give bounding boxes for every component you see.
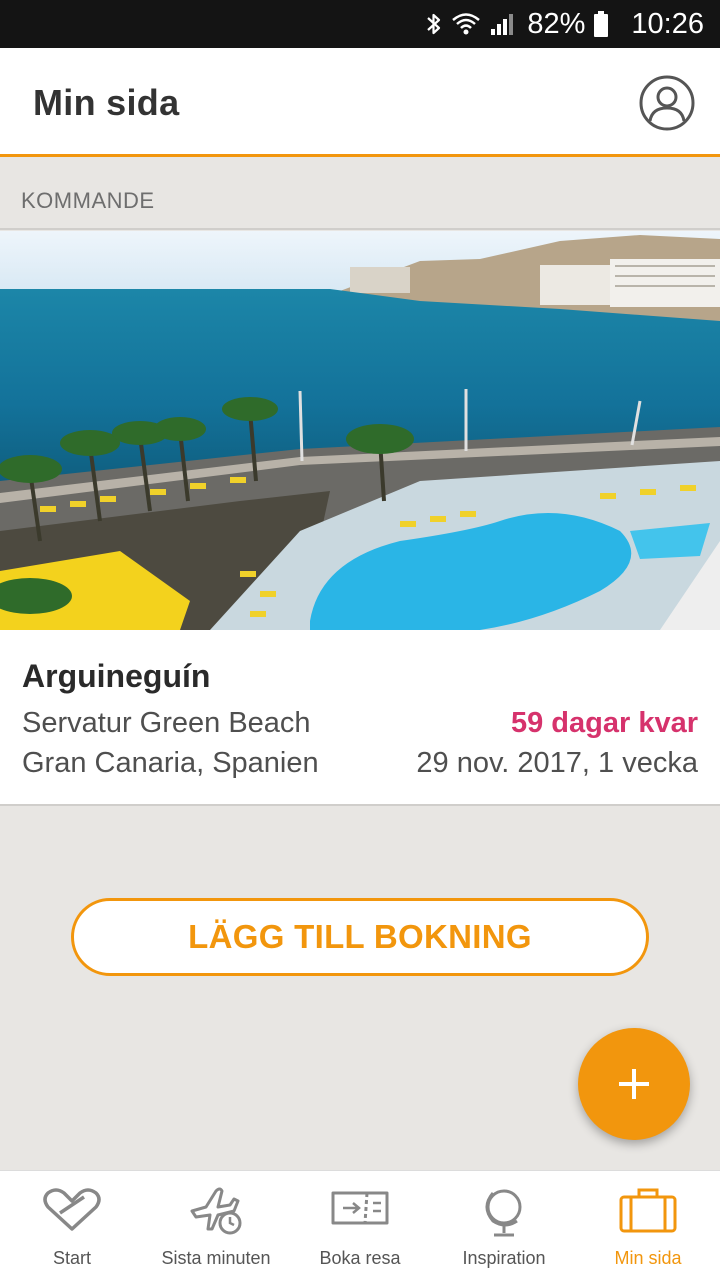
nav-item-start[interactable]: Start: [0, 1171, 144, 1280]
battery-percent: 82%: [527, 7, 586, 40]
resort-photo: [0, 231, 720, 630]
trip-card[interactable]: Arguineguín Servatur Green Beach Gran Ca…: [0, 231, 720, 806]
nav-label-last-minute: Sista minuten: [161, 1248, 271, 1268]
profile-icon: [639, 75, 695, 131]
cell-signal-icon: [489, 11, 515, 37]
battery-icon: [593, 10, 609, 38]
nav-label-inspiration: Inspiration: [462, 1248, 546, 1268]
trip-dates: 29 nov. 2017, 1 vecka: [416, 747, 698, 779]
plane-clock-icon: [190, 1187, 242, 1235]
section-header: KOMMANDE: [0, 160, 720, 230]
trip-countdown: 59 dagar kvar: [510, 707, 698, 739]
profile-button[interactable]: [638, 74, 696, 132]
nav-label-start: Start: [52, 1248, 91, 1268]
trip-hotel: Servatur Green Beach: [22, 707, 311, 739]
nav-item-book-trip[interactable]: Boka resa: [288, 1171, 432, 1280]
bottom-nav: Start Sista minuten Boka resa Inspiratio…: [0, 1170, 720, 1280]
nav-label-book-trip: Boka resa: [319, 1248, 401, 1268]
globe-icon: [485, 1189, 522, 1237]
app-bar: Min sida: [0, 48, 720, 157]
suitcase-icon: [619, 1188, 677, 1233]
add-booking-button[interactable]: LÄGG TILL BOKNING: [71, 898, 649, 976]
add-booking-label: LÄGG TILL BOKNING: [188, 918, 532, 955]
nav-item-inspiration[interactable]: Inspiration: [432, 1171, 576, 1280]
wifi-icon: [451, 11, 481, 37]
bluetooth-icon: [425, 11, 443, 37]
add-fab-button[interactable]: [578, 1028, 690, 1140]
status-bar: 82% 10:26: [0, 0, 720, 48]
clock: 10:26: [631, 7, 704, 40]
ticket-icon: [331, 1191, 389, 1225]
page-title: Min sida: [33, 82, 180, 123]
nav-item-my-page[interactable]: Min sida: [576, 1171, 720, 1280]
heart-icon: [43, 1188, 101, 1231]
trip-destination: Arguineguín: [22, 658, 211, 694]
nav-label-my-page: Min sida: [614, 1248, 682, 1268]
plus-icon: [619, 1069, 649, 1099]
nav-item-last-minute[interactable]: Sista minuten: [144, 1171, 288, 1280]
trip-region: Gran Canaria, Spanien: [22, 747, 319, 779]
section-label-upcoming: KOMMANDE: [21, 188, 155, 213]
